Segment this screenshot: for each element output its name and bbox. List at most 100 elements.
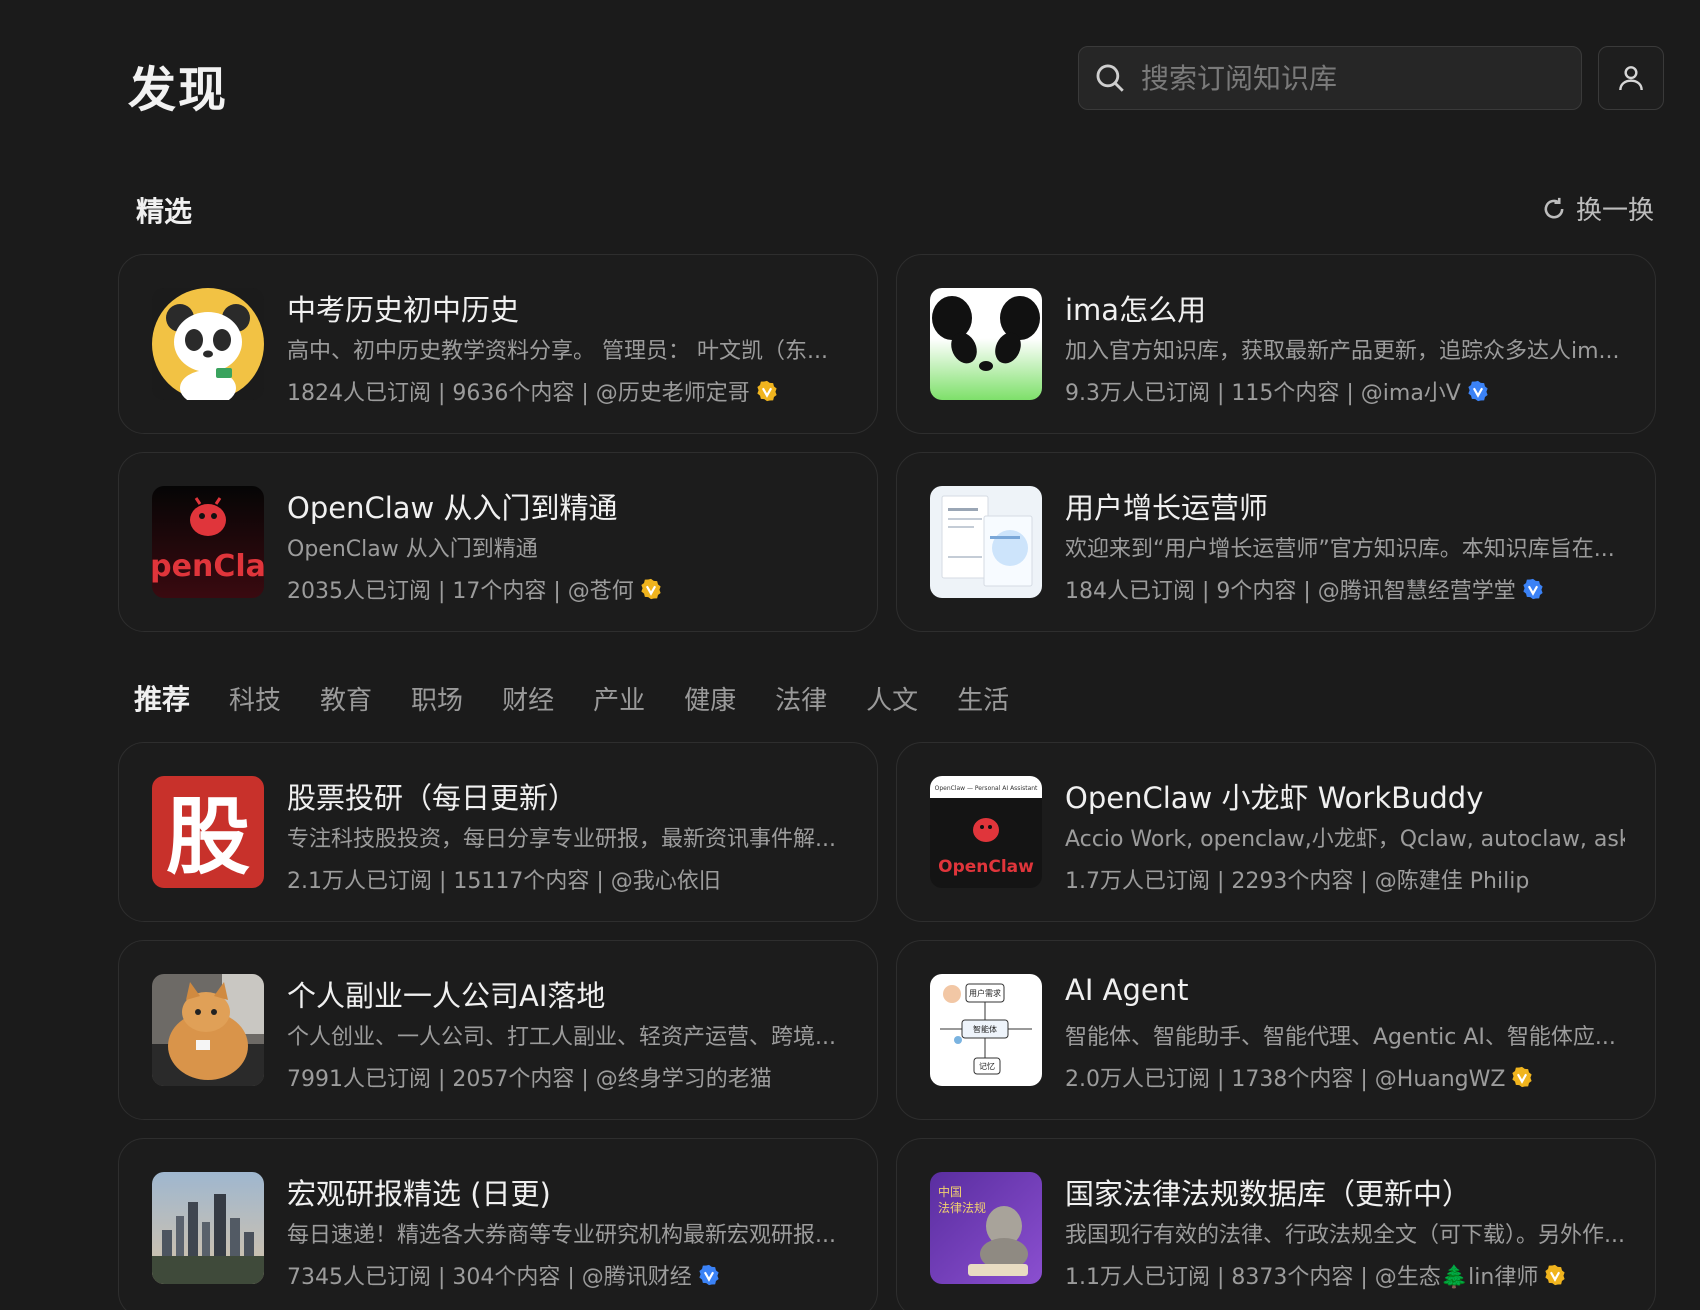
- card-description: 加入官方知识库，获取最新产品更新，追踪众多达人im...: [1065, 339, 1620, 364]
- card-meta-text: 1.1万人已订阅 | 8373个内容 | @生态🌲lin律师: [1065, 1265, 1539, 1290]
- card-meta: 2035人已订阅 | 17个内容 | @苍何: [287, 573, 867, 605]
- featured-card[interactable]: 中考历史初中历史 高中、初中历史教学资料分享。 管理员： 叶文凯（东... 18…: [118, 254, 878, 434]
- stock-character-icon: 股: [152, 776, 264, 888]
- card-title: ima怎么用: [1065, 293, 1207, 327]
- card-title: 国家法律法规数据库（更新中）: [1065, 1177, 1472, 1211]
- city-skyline-icon: [152, 1172, 264, 1284]
- card-thumbnail: 股: [152, 776, 264, 888]
- card-description: 每日速递！精选各大券商等专业研究机构最新宏观研报...: [287, 1223, 836, 1248]
- svg-text:OpenClaw — Personal AI Assista: OpenClaw — Personal AI Assistant: [935, 785, 1038, 792]
- verified-blue-badge-icon: [1467, 380, 1489, 402]
- recommend-card[interactable]: 股 股票投研（每日更新） 专注科技股投资，每日分享专业研报，最新资讯事件解...…: [118, 742, 878, 922]
- refresh-button[interactable]: 换一换: [1540, 190, 1654, 227]
- card-meta: 7345人已订阅 | 304个内容 | @腾讯财经: [287, 1259, 867, 1291]
- card-meta: 1.1万人已订阅 | 8373个内容 | @生态🌲lin律师: [1065, 1259, 1645, 1291]
- verified-gold-badge-icon: [1544, 1264, 1566, 1286]
- svg-text:法律法规: 法律法规: [938, 1200, 986, 1215]
- svg-text:股: 股: [166, 787, 250, 886]
- recommend-card[interactable]: 用户需求 智能体 记忆 AI Agent 智能体、智能助手、智能代理、Agent…: [896, 940, 1656, 1120]
- tab-humanities[interactable]: 人文: [866, 680, 918, 717]
- card-meta-text: 1824人已订阅 | 9636个内容 | @历史老师定哥: [287, 381, 750, 406]
- featured-card[interactable]: 用户增长运营师 欢迎来到“用户增长运营师”官方知识库。本知识库旨在... 184…: [896, 452, 1656, 632]
- card-title: OpenClaw 从入门到精通: [287, 491, 618, 525]
- card-meta-text: 2035人已订阅 | 17个内容 | @苍何: [287, 579, 634, 604]
- verified-blue-badge-icon: [1522, 578, 1544, 600]
- stone-lion-icon: 中国 法律法规: [930, 1172, 1042, 1284]
- card-thumbnail: 中国 法律法规: [930, 1172, 1042, 1284]
- verified-blue-badge-icon: [698, 1264, 720, 1286]
- svg-text:OpenClaw: OpenClaw: [938, 857, 1034, 877]
- recommend-card[interactable]: 个人副业一人公司AI落地 个人创业、一人公司、打工人副业、轻资产运营、跨境...…: [118, 940, 878, 1120]
- card-description: OpenClaw 从入门到精通: [287, 537, 538, 562]
- openclaw-logo-icon: penCla: [152, 486, 264, 598]
- card-meta: 2.0万人已订阅 | 1738个内容 | @HuangWZ: [1065, 1061, 1645, 1093]
- user-button[interactable]: [1598, 46, 1664, 110]
- card-meta-text: 1.7万人已订阅 | 2293个内容 | @陈建佳 Philip: [1065, 869, 1530, 894]
- card-title: 用户增长运营师: [1065, 491, 1269, 525]
- card-meta: 1824人已订阅 | 9636个内容 | @历史老师定哥: [287, 375, 867, 407]
- tab-education[interactable]: 教育: [320, 680, 372, 717]
- card-description: 智能体、智能助手、智能代理、Agentic AI、智能体应...: [1065, 1025, 1616, 1050]
- card-meta-text: 2.0万人已订阅 | 1738个内容 | @HuangWZ: [1065, 1067, 1506, 1092]
- tab-law[interactable]: 法律: [775, 680, 827, 717]
- panda-face-icon: [930, 288, 1042, 400]
- card-meta: 7991人已订阅 | 2057个内容 | @终身学习的老猫: [287, 1061, 867, 1093]
- card-description: 欢迎来到“用户增长运营师”官方知识库。本知识库旨在...: [1065, 537, 1615, 562]
- card-meta-text: 2.1万人已订阅 | 15117个内容 | @我心依旧: [287, 869, 721, 894]
- card-title: 中考历史初中历史: [287, 293, 520, 327]
- card-thumbnail: penCla: [152, 486, 264, 598]
- card-title: 股票投研（每日更新）: [287, 781, 578, 815]
- card-thumbnail: OpenClaw — Personal AI Assistant OpenCla…: [930, 776, 1042, 888]
- card-thumbnail: 用户需求 智能体 记忆: [930, 974, 1042, 1086]
- card-meta: 1.7万人已订阅 | 2293个内容 | @陈建佳 Philip: [1065, 863, 1645, 895]
- openclaw-logo-icon: OpenClaw — Personal AI Assistant OpenCla…: [930, 776, 1042, 888]
- recommend-card[interactable]: 宏观研报精选 (日更) 每日速递！精选各大券商等专业研究机构最新宏观研报... …: [118, 1138, 878, 1310]
- featured-card[interactable]: ima怎么用 加入官方知识库，获取最新产品更新，追踪众多达人im... 9.3万…: [896, 254, 1656, 434]
- card-description: 专注科技股投资，每日分享专业研报，最新资讯事件解...: [287, 827, 836, 852]
- agent-diagram-icon: 用户需求 智能体 记忆: [930, 974, 1042, 1086]
- panda-cartoon-icon: [152, 288, 264, 400]
- tab-life[interactable]: 生活: [957, 680, 1009, 717]
- svg-text:中国: 中国: [938, 1184, 962, 1199]
- category-tabs: 推荐 科技 教育 职场 财经 产业 健康 法律 人文 生活: [134, 678, 1009, 718]
- card-title: 宏观研报精选 (日更): [287, 1177, 551, 1211]
- tab-career[interactable]: 职场: [411, 680, 463, 717]
- card-meta: 184人已订阅 | 9个内容 | @腾讯智慧经营学堂: [1065, 573, 1645, 605]
- card-meta-text: 7345人已订阅 | 304个内容 | @腾讯财经: [287, 1265, 692, 1290]
- verified-gold-badge-icon: [1511, 1066, 1533, 1088]
- cat-photo-icon: [152, 974, 264, 1086]
- svg-text:用户需求: 用户需求: [969, 988, 1001, 998]
- card-thumbnail: [930, 486, 1042, 598]
- tab-industry[interactable]: 产业: [593, 680, 645, 717]
- tab-health[interactable]: 健康: [684, 680, 736, 717]
- card-thumbnail: [152, 974, 264, 1086]
- recommend-card[interactable]: OpenClaw — Personal AI Assistant OpenCla…: [896, 742, 1656, 922]
- svg-text:记忆: 记忆: [979, 1061, 995, 1071]
- search-input[interactable]: [1141, 47, 1581, 109]
- tab-recommend[interactable]: 推荐: [134, 678, 190, 718]
- svg-text:智能体: 智能体: [973, 1024, 997, 1034]
- card-thumbnail: [152, 288, 264, 400]
- card-description: 个人创业、一人公司、打工人副业、轻资产运营、跨境...: [287, 1025, 836, 1050]
- verified-gold-badge-icon: [756, 380, 778, 402]
- tab-tech[interactable]: 科技: [229, 680, 281, 717]
- user-icon: [1619, 66, 1643, 91]
- card-description: 我国现行有效的法律、行政法规全文（可下载）。另外作...: [1065, 1223, 1625, 1248]
- card-meta: 9.3万人已订阅 | 115个内容 | @ima小V: [1065, 375, 1645, 407]
- card-meta-text: 7991人已订阅 | 2057个内容 | @终身学习的老猫: [287, 1067, 772, 1092]
- svg-text:penCla: penCla: [152, 549, 264, 584]
- featured-card[interactable]: penCla OpenClaw 从入门到精通 OpenClaw 从入门到精通 2…: [118, 452, 878, 632]
- search-box[interactable]: [1078, 46, 1582, 110]
- card-title: AI Agent: [1065, 973, 1189, 1007]
- card-meta-text: 9.3万人已订阅 | 115个内容 | @ima小V: [1065, 381, 1461, 406]
- recommend-card[interactable]: 中国 法律法规 国家法律法规数据库（更新中） 我国现行有效的法律、行政法规全文（…: [896, 1138, 1656, 1310]
- card-thumbnail: [930, 288, 1042, 400]
- card-description: Accio Work, openclaw,小龙虾，Qclaw, autoclaw…: [1065, 827, 1625, 852]
- tab-finance[interactable]: 财经: [502, 680, 554, 717]
- card-meta: 2.1万人已订阅 | 15117个内容 | @我心依旧: [287, 863, 867, 895]
- search-icon: [1096, 64, 1124, 92]
- card-thumbnail: [152, 1172, 264, 1284]
- featured-section-title: 精选: [136, 195, 193, 228]
- card-description: 高中、初中历史教学资料分享。 管理员： 叶文凯（东...: [287, 339, 828, 364]
- refresh-icon: [1544, 197, 1564, 218]
